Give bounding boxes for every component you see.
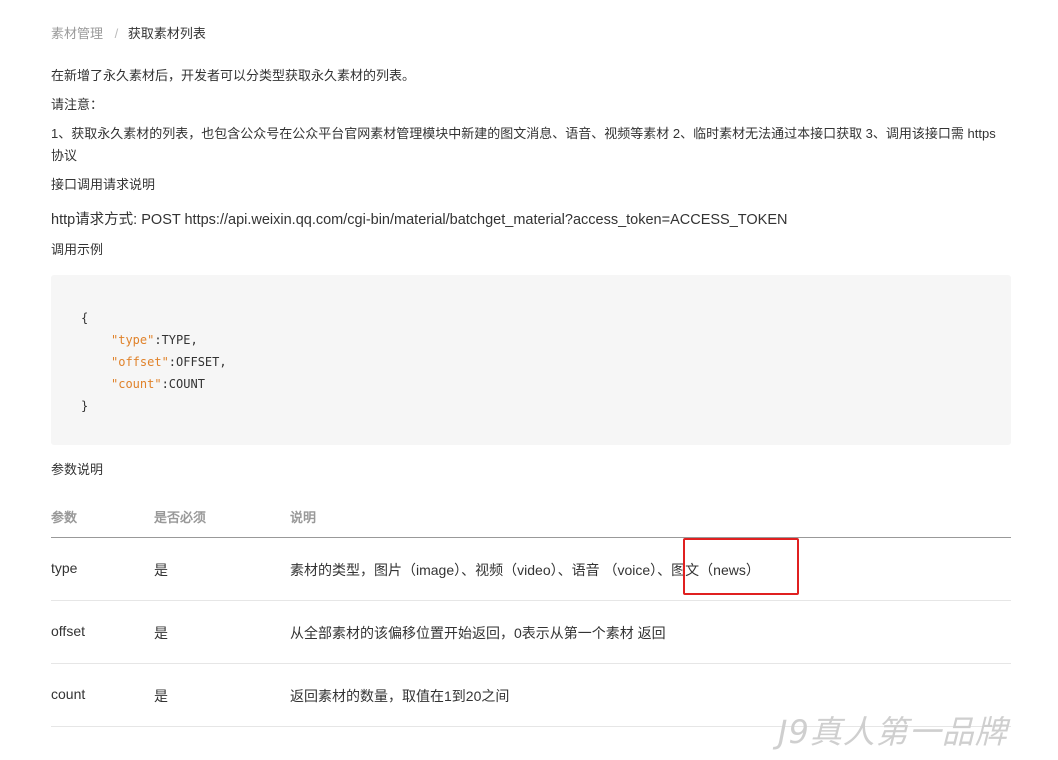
code-value: :OFFSET, [168, 355, 227, 369]
code-value: :TYPE, [154, 333, 198, 347]
doc-page: 素材管理 / 获取素材列表 在新增了永久素材后，开发者可以分类型获取永久素材的列… [0, 0, 1058, 760]
code-content: { "type":TYPE, "offset":OFFSET, "count":… [81, 307, 227, 417]
code-line-count: "count":COUNT [81, 373, 227, 395]
intro-text: 在新增了永久素材后，开发者可以分类型获取永久素材的列表。 [51, 68, 416, 83]
code-close-brace: } [81, 399, 89, 413]
param-name: offset [51, 623, 85, 639]
params-table: 参数 是否必须 说明 type 是 素材的类型，图片（image）、视频（vid… [51, 498, 1011, 727]
breadcrumb-separator: / [114, 26, 119, 41]
breadcrumb-current: 获取素材列表 [127, 26, 206, 41]
code-key: "offset" [111, 355, 169, 369]
header-required: 是否必须 [154, 510, 207, 525]
code-open-brace: { [81, 311, 89, 325]
param-description: 从全部素材的该偏移位置开始返回，0表示从第一个素材 返回 [290, 625, 666, 641]
notice-text: 1、获取永久素材的列表，也包含公众号在公众平台官网素材管理模块中新建的图文消息、… [51, 126, 996, 163]
table-header: 参数 是否必须 说明 [51, 498, 1011, 538]
param-description: 返回素材的数量，取值在1到20之间 [290, 688, 510, 704]
params-title: 参数说明 [51, 462, 104, 477]
param-required: 是 [154, 688, 168, 704]
notice-title: 请注意： [51, 97, 104, 112]
header-param: 参数 [51, 510, 78, 525]
param-required: 是 [154, 625, 168, 641]
example-title: 调用示例 [51, 242, 104, 257]
table-row: type 是 素材的类型，图片（image）、视频（video）、语音 （voi… [51, 538, 1011, 601]
code-example-block: { "type":TYPE, "offset":OFFSET, "count":… [51, 275, 1011, 445]
table-row: offset 是 从全部素材的该偏移位置开始返回，0表示从第一个素材 返回 [51, 601, 1011, 664]
code-key: "count" [111, 377, 162, 391]
watermark-text: J9真人第一品牌 [778, 713, 1008, 751]
code-key: "type" [111, 333, 155, 347]
param-name: type [51, 560, 78, 576]
param-name: count [51, 686, 86, 702]
code-value: :COUNT [161, 377, 205, 391]
breadcrumb-parent-link[interactable]: 素材管理 [51, 26, 103, 41]
http-request-line: http请求方式: POST https://api.weixin.qq.com… [51, 212, 788, 228]
code-line-type: "type":TYPE, [81, 329, 227, 351]
api-desc-title: 接口调用请求说明 [51, 177, 156, 192]
code-line-offset: "offset":OFFSET, [81, 351, 227, 373]
red-highlight-box [683, 538, 799, 595]
param-required: 是 [154, 562, 168, 578]
breadcrumb: 素材管理 / 获取素材列表 [51, 25, 206, 43]
header-description: 说明 [290, 510, 317, 525]
